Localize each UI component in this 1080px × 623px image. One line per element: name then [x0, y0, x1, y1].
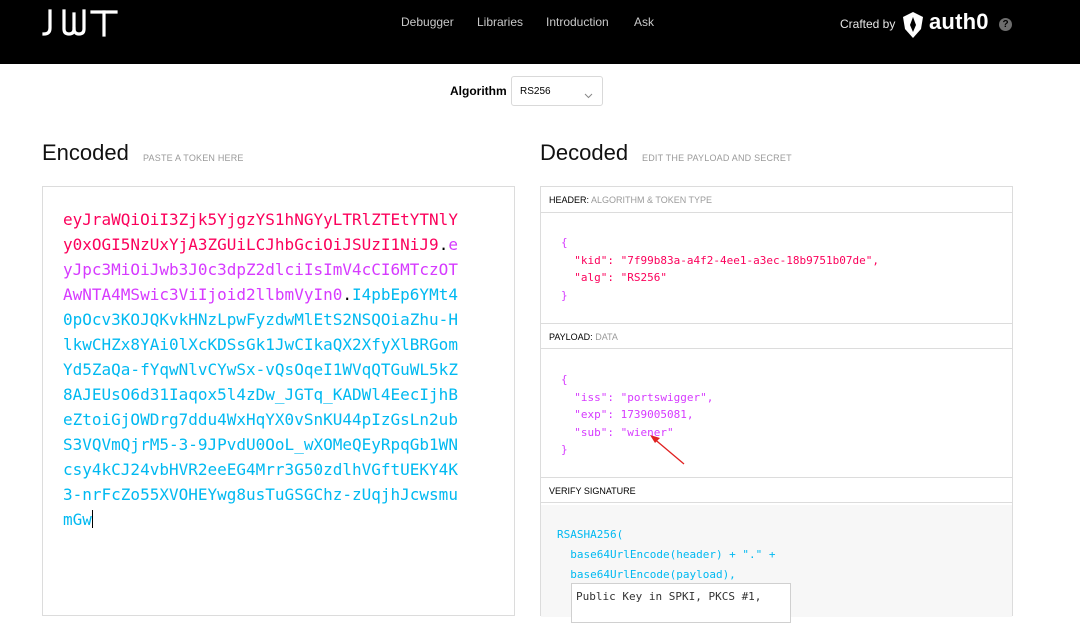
- header-section-label: HEADER:: [549, 195, 590, 205]
- verify-code: RSASHA256( base64UrlEncode(header) + "."…: [557, 528, 776, 581]
- token-header-part: eyJraWQiOiI3Zjk5YjgzYS1hNGYyLTRlZTEtYTNl…: [63, 210, 458, 254]
- nav-debugger[interactable]: Debugger: [401, 15, 454, 29]
- payload-json-editor[interactable]: { "iss": "portswigger", "exp": 173900508…: [561, 371, 713, 459]
- auth0-shield-icon[interactable]: [901, 11, 925, 44]
- nav-introduction[interactable]: Introduction: [546, 15, 609, 29]
- header-section-title: HEADER: ALGORITHM & TOKEN TYPE: [541, 187, 1012, 213]
- jwt-logo[interactable]: [42, 8, 124, 43]
- public-key-input[interactable]: Public Key in SPKI, PKCS #1,: [571, 583, 791, 623]
- encoded-hint: PASTE A TOKEN HERE: [143, 153, 244, 163]
- verify-signature-area: RSASHA256( base64UrlEncode(header) + "."…: [541, 505, 1012, 623]
- verify-section-label: VERIFY SIGNATURE: [549, 486, 636, 496]
- payload-section-title: PAYLOAD: DATA: [541, 323, 1012, 349]
- algorithm-select[interactable]: RS256: [511, 76, 603, 106]
- decoded-title: Decoded: [540, 140, 629, 165]
- encoded-title: Encoded: [42, 140, 129, 165]
- help-icon[interactable]: ?: [999, 18, 1012, 31]
- algorithm-label: Algorithm: [450, 84, 507, 98]
- decoded-hint: EDIT THE PAYLOAD AND SECRET: [642, 153, 792, 163]
- annotation-arrow-icon: [640, 425, 690, 474]
- chevron-down-icon: [584, 87, 593, 105]
- auth0-brand[interactable]: auth0: [929, 9, 989, 35]
- payload-section-sublabel: DATA: [595, 332, 618, 342]
- token-dot: .: [342, 285, 352, 304]
- crafted-by-label: Crafted by: [840, 17, 896, 31]
- nav-ask[interactable]: Ask: [634, 15, 654, 29]
- encoded-token-editor[interactable]: eyJraWQiOiI3Zjk5YjgzYS1hNGYyLTRlZTEtYTNl…: [42, 186, 515, 616]
- nav-libraries[interactable]: Libraries: [477, 15, 523, 29]
- token-dot: .: [438, 235, 449, 254]
- header-section-sublabel: ALGORITHM & TOKEN TYPE: [591, 195, 713, 205]
- header-json-editor[interactable]: { "kid": "7f99b83a-a4f2-4ee1-a3ec-18b975…: [561, 234, 879, 304]
- text-caret: [91, 510, 93, 528]
- verify-section-title: VERIFY SIGNATURE: [541, 477, 1012, 503]
- algorithm-value: RS256: [520, 86, 551, 97]
- token-signature-part: I4pbEp6YMt40pOcv3KOJQKvkHNzLpwFyzdwMlEtS…: [63, 285, 458, 529]
- payload-section-label: PAYLOAD:: [549, 332, 593, 342]
- top-navbar: Debugger Libraries Introduction Ask Craf…: [0, 0, 1080, 64]
- encoded-token-text[interactable]: eyJraWQiOiI3Zjk5YjgzYS1hNGYyLTRlZTEtYTNl…: [63, 207, 463, 532]
- decoded-panel: HEADER: ALGORITHM & TOKEN TYPE { "kid": …: [540, 186, 1013, 623]
